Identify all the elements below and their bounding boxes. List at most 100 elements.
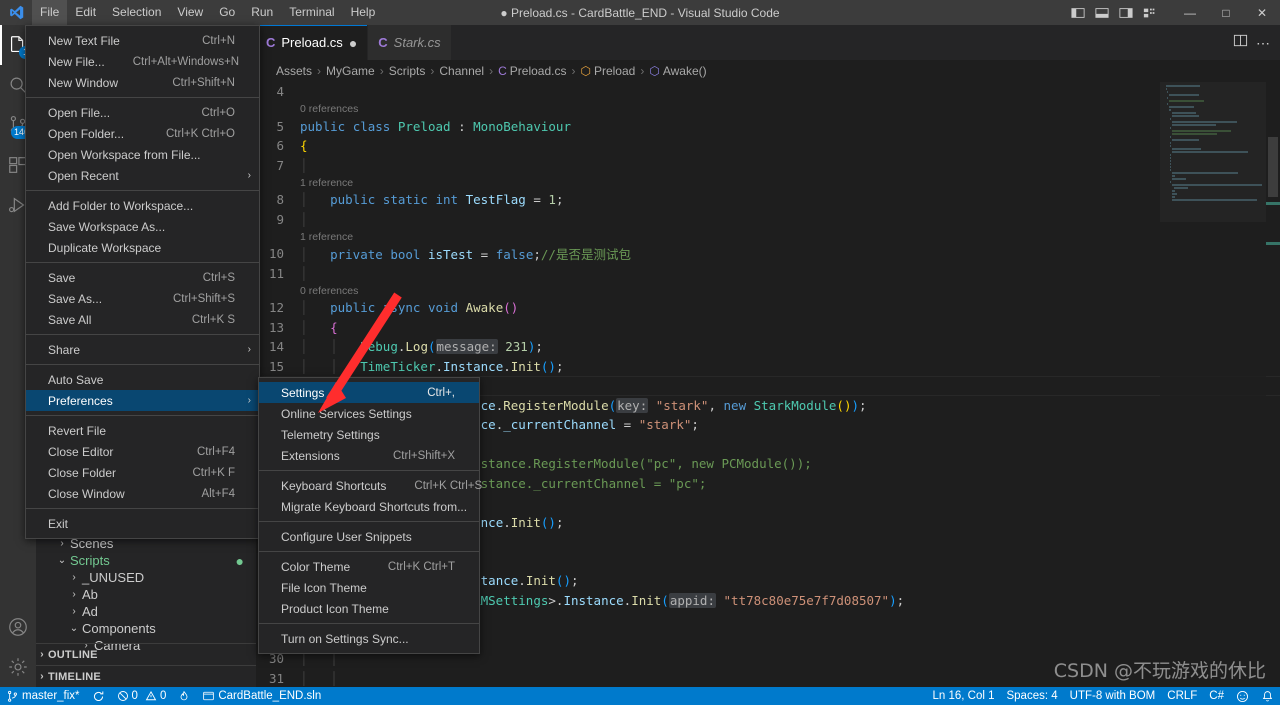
preferences-submenu[interactable]: Settings Ctrl+, Online Services Settings Te… [258,377,482,654]
sidebar-panel-outline[interactable]: › OUTLINE [36,643,256,665]
status-language-mode[interactable]: C# [1203,687,1230,705]
menubar-item-view[interactable]: View [169,0,211,25]
split-editor-icon[interactable] [1233,33,1248,53]
chevron-right-icon[interactable]: › [36,649,48,660]
menu-item-product-icon-theme[interactable]: Product Icon Theme [259,598,479,619]
status-problems[interactable]: 0 0 [111,687,173,705]
breadcrumb-item[interactable]: Assets [276,64,312,78]
more-actions-icon[interactable]: ⋯ [1256,36,1270,50]
menu-item-close-folder[interactable]: Close Folder Ctrl+K F [26,462,259,483]
editor-vertical-scrollbar[interactable] [1266,82,1280,687]
toggle-secondary-sidebar-icon[interactable] [1114,0,1138,25]
menubar-item-edit[interactable]: Edit [67,0,104,25]
breadcrumb-item[interactable]: ⬡ Preload [580,64,635,78]
menu-item-save-as[interactable]: Save As... Ctrl+Shift+S [26,288,259,309]
breadcrumb-item[interactable]: MyGame [326,64,375,78]
menu-item-new-window[interactable]: New Window Ctrl+Shift+N [26,72,259,93]
menu-item-save[interactable]: Save Ctrl+S [26,267,259,288]
menu-bar[interactable]: File Edit Selection View Go Run Terminal Help [32,0,383,25]
gear-icon[interactable] [0,647,36,687]
code-line[interactable]: 12 │ public async void Awake() [256,298,1280,318]
menu-item-open-file[interactable]: Open File... Ctrl+O [26,102,259,123]
menu-item-turn-on-settings-sync[interactable]: Turn on Settings Sync... [259,628,479,649]
menu-item-auto-save[interactable]: Auto Save [26,369,259,390]
menu-item-close-window[interactable]: Close Window Alt+F4 [26,483,259,504]
menu-item-settings[interactable]: Settings Ctrl+, [259,382,479,403]
menu-item-file-icon-theme[interactable]: File Icon Theme [259,577,479,598]
editor-tab[interactable]: C Preload.cs ● [256,25,369,60]
chevron-right-icon[interactable]: › [68,572,80,583]
dirty-indicator[interactable]: ● [349,36,357,50]
code-line[interactable]: 4 [256,82,1280,102]
breadcrumb-item[interactable]: C Preload.cs [498,64,566,78]
code-line[interactable]: 15 │ │ TimeTicker.Instance.Init(); [256,357,1280,377]
status-sync[interactable] [86,687,111,705]
code-lens[interactable]: 0 references [256,283,1280,298]
status-eol[interactable]: CRLF [1161,687,1203,705]
tree-item[interactable]: ⌄ Scripts ● [36,552,256,569]
menubar-item-selection[interactable]: Selection [104,0,169,25]
editor-tab[interactable]: C Stark.cs [368,25,452,60]
customize-layout-icon[interactable] [1138,0,1162,25]
code-line[interactable]: 5 public class Preload : MonoBehaviour [256,117,1280,137]
code-line[interactable]: 9 │ [256,210,1280,230]
menubar-item-terminal[interactable]: Terminal [281,0,342,25]
close-button[interactable]: ✕ [1244,0,1280,25]
menu-item-open-folder[interactable]: Open Folder... Ctrl+K Ctrl+O [26,123,259,144]
menu-item-new-text-file[interactable]: New Text File Ctrl+N [26,30,259,51]
menu-item-exit[interactable]: Exit [26,513,259,534]
menu-item-new-file[interactable]: New File... Ctrl+Alt+Windows+N [26,51,259,72]
code-line[interactable]: 7 │ [256,156,1280,176]
code-lens[interactable]: 1 reference [256,175,1280,190]
status-cursor-position[interactable]: Ln 16, Col 1 [926,687,1000,705]
sidebar-panels[interactable]: › OUTLINE › TIMELINE [36,643,256,687]
menubar-item-run[interactable]: Run [243,0,281,25]
menu-item-duplicate-workspace[interactable]: Duplicate Workspace [26,237,259,258]
chevron-down-icon[interactable]: ⌄ [68,623,80,634]
tree-item[interactable]: ⌄ Components [36,620,256,637]
code-lens[interactable]: 0 references [256,102,1280,117]
menu-item-keyboard-shortcuts[interactable]: Keyboard Shortcuts Ctrl+K Ctrl+S [259,475,482,496]
menubar-item-file[interactable]: File [32,0,68,25]
breadcrumb-item[interactable]: ⬡ Awake() [649,64,706,78]
minimap[interactable] [1160,82,1266,687]
breadcrumb-item[interactable]: Scripts [389,64,426,78]
menubar-item-go[interactable]: Go [211,0,243,25]
toggle-primary-sidebar-icon[interactable] [1066,0,1090,25]
code-line[interactable]: 13 │ { [256,318,1280,338]
toggle-panel-icon[interactable] [1090,0,1114,25]
code-lens[interactable]: 1 reference [256,229,1280,244]
menu-item-preferences[interactable]: Preferences › [26,390,259,411]
status-indentation[interactable]: Spaces: 4 [1000,687,1063,705]
menu-item-save-workspace-as[interactable]: Save Workspace As... [26,216,259,237]
status-solution[interactable]: CardBattle_END.sln [196,687,327,705]
menu-item-migrate-keyboard-shortcuts-from[interactable]: Migrate Keyboard Shortcuts from... [259,496,479,517]
tree-item[interactable]: › _UNUSED [36,569,256,586]
status-encoding[interactable]: UTF-8 with BOM [1064,687,1162,705]
status-branch[interactable]: master_fix* [0,687,86,705]
menu-item-add-folder-to-workspace[interactable]: Add Folder to Workspace... [26,195,259,216]
menu-item-share[interactable]: Share › [26,339,259,360]
chevron-right-icon[interactable]: › [68,606,80,617]
bell-icon[interactable] [1255,687,1280,705]
editor-tab-bar[interactable]: C Preload.cs ● C Stark.cs ⋯ [256,25,1280,60]
menu-item-color-theme[interactable]: Color Theme Ctrl+K Ctrl+T [259,556,479,577]
menu-item-save-all[interactable]: Save All Ctrl+K S [26,309,259,330]
maximize-button[interactable]: □ [1208,0,1244,25]
code-line[interactable]: 6{ [256,136,1280,156]
accounts-icon[interactable] [0,607,36,647]
menu-item-open-workspace-from-file[interactable]: Open Workspace from File... [26,144,259,165]
minimize-button[interactable]: — [1172,0,1208,25]
file-menu[interactable]: New Text File Ctrl+N New File... Ctrl+Alt+W… [25,25,260,539]
menu-item-open-recent[interactable]: Open Recent › [26,165,259,186]
scrollbar-thumb[interactable] [1268,137,1278,197]
menu-item-online-services-settings[interactable]: Online Services Settings [259,403,479,424]
layout-controls[interactable] [1066,0,1162,25]
menubar-item-help[interactable]: Help [343,0,384,25]
code-line[interactable]: 8 │ public static int TestFlag = 1; [256,190,1280,210]
tree-item[interactable]: › Ab [36,586,256,603]
sidebar-panel-timeline[interactable]: › TIMELINE [36,665,256,687]
menu-item-extensions[interactable]: Extensions Ctrl+Shift+X [259,445,479,466]
code-line[interactable]: 10 │ private bool isTest = false;//是否是测试包 [256,244,1280,264]
chevron-right-icon[interactable]: › [56,538,68,549]
